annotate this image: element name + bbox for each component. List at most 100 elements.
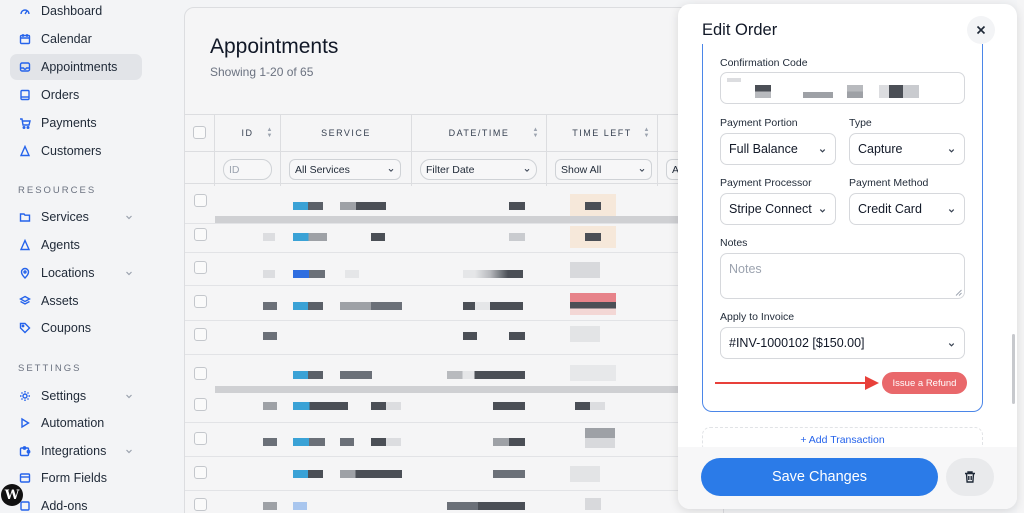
confirmation-code-label: Confirmation Code [720,57,808,69]
row-checkbox[interactable] [194,194,207,207]
row-checkbox[interactable] [194,261,207,274]
sidebar-item-add-ons[interactable]: Add-ons [10,493,142,513]
column-header-id[interactable]: ID ▲ ▼ [215,115,281,151]
wordpress-logo-icon[interactable]: W [1,484,23,506]
redacted-text [755,85,771,98]
payment-method-label: Payment Method [849,177,929,189]
sidebar-item-settings[interactable]: Settings [10,383,142,409]
row-checkbox[interactable] [194,367,207,380]
redacted-text [847,85,863,98]
id-filter-input[interactable]: ID [223,159,272,180]
sidebar-item-label: Services [41,210,89,224]
payment-portion-select[interactable]: Full Balance [720,133,836,165]
sidebar-item-label: Agents [41,238,80,252]
blurred-content [509,233,525,241]
blurred-content [340,470,402,478]
filter-cell-empty [185,152,215,186]
payment-processor-label: Payment Processor [720,177,812,189]
apply-to-invoice-select[interactable]: #INV-1000102 [$150.00] [720,327,965,359]
select-all-checkbox[interactable] [193,126,206,139]
sidebar-item-coupons[interactable]: Coupons [10,315,142,341]
blurred-content [463,302,523,310]
blurred-content [293,202,323,210]
blurred-content [293,402,348,410]
page-title: Appointments [210,35,339,58]
sidebar-item-assets[interactable]: Assets [10,288,142,314]
service-filter-select[interactable]: All Services [289,159,401,180]
cart-icon [18,116,32,130]
sidebar-item-calendar[interactable]: Calendar [10,26,142,52]
type-select[interactable]: Capture [849,133,965,165]
blurred-content [493,470,525,478]
sidebar-item-label: Integrations [41,444,107,458]
row-checkbox[interactable] [194,466,207,479]
sidebar-item-integrations[interactable]: Integrations [10,438,142,464]
resize-handle-icon [955,289,962,296]
chevron-down-icon [819,149,826,153]
select-all-cell [185,115,215,151]
chevron-down-icon [948,343,955,347]
close-button[interactable] [967,16,995,44]
blurred-content [585,233,601,241]
column-header-date-time[interactable]: DATE/TIME ▲ ▼ [412,115,547,151]
sidebar-item-automation[interactable]: Automation [10,410,142,436]
row-checkbox[interactable] [194,328,207,341]
edit-order-modal: Edit Order Confirmation Code Payment Por… [678,4,1017,509]
column-header-time-left[interactable]: TIME LEFT ▲ ▼ [547,115,658,151]
blurred-content [340,202,386,210]
row-divider [185,422,723,423]
notes-textarea[interactable]: Notes [720,253,965,299]
location-pin-icon [18,266,32,280]
sidebar-item-form-fields[interactable]: Form Fields [10,465,142,491]
blurred-content [463,270,523,278]
chevron-down-icon [948,149,955,153]
blurred-content [585,498,601,510]
sidebar-item-customers[interactable]: Customers [10,138,142,164]
row-checkbox[interactable] [194,498,207,511]
notes-label: Notes [720,237,748,249]
appointments-panel: Appointments Showing 1-20 of 65 ID ▲ ▼ SE… [184,7,724,513]
blurred-content [263,233,275,241]
scrollbar-thumb[interactable] [1012,334,1015,404]
issue-refund-button[interactable]: Issue a Refund [882,372,967,394]
tag-icon [18,321,32,335]
sidebar-item-label: Assets [41,294,79,308]
sidebar-item-payments[interactable]: Payments [10,110,142,136]
blurred-content [345,270,359,278]
blurred-content [447,502,525,510]
column-header-service[interactable]: SERVICE [281,115,412,151]
time-left-filter-select[interactable]: Show All [555,159,652,180]
blurred-content [509,202,525,210]
sidebar-item-orders[interactable]: Orders [10,82,142,108]
blurred-content [570,262,600,278]
confirmation-code-field[interactable] [720,72,965,104]
play-icon [18,416,32,430]
sidebar-item-locations[interactable]: Locations [10,260,142,286]
group-separator [215,216,723,223]
sidebar-item-services[interactable]: Services [10,204,142,230]
blurred-content [293,438,325,446]
dashboard-icon [18,4,32,18]
chevron-down-icon [639,168,645,172]
row-checkbox[interactable] [194,295,207,308]
row-checkbox[interactable] [194,228,207,241]
sidebar-item-dashboard[interactable]: Dashboard [10,0,142,24]
form-icon [18,471,32,485]
sort-arrows-icon: ▲ ▼ [532,127,540,139]
row-checkbox[interactable] [194,432,207,445]
chevron-down-icon [948,209,955,213]
sidebar-item-agents[interactable]: Agents [10,232,142,258]
save-changes-button[interactable]: Save Changes [701,458,938,496]
payment-processor-select[interactable]: Stripe Connect [720,193,836,225]
blurred-content [570,326,600,342]
row-divider [185,320,723,321]
filter-row: ID All Services Filter Date Show All A [185,151,723,186]
payment-method-select[interactable]: Credit Card [849,193,965,225]
sort-arrows-icon: ▲ ▼ [643,127,651,139]
blurred-content [340,302,402,310]
sidebar-item-appointments[interactable]: Appointments [10,54,142,80]
delete-button[interactable] [946,458,994,496]
row-checkbox[interactable] [194,398,207,411]
calendar-icon [18,32,32,46]
date-filter-select[interactable]: Filter Date [420,159,537,180]
